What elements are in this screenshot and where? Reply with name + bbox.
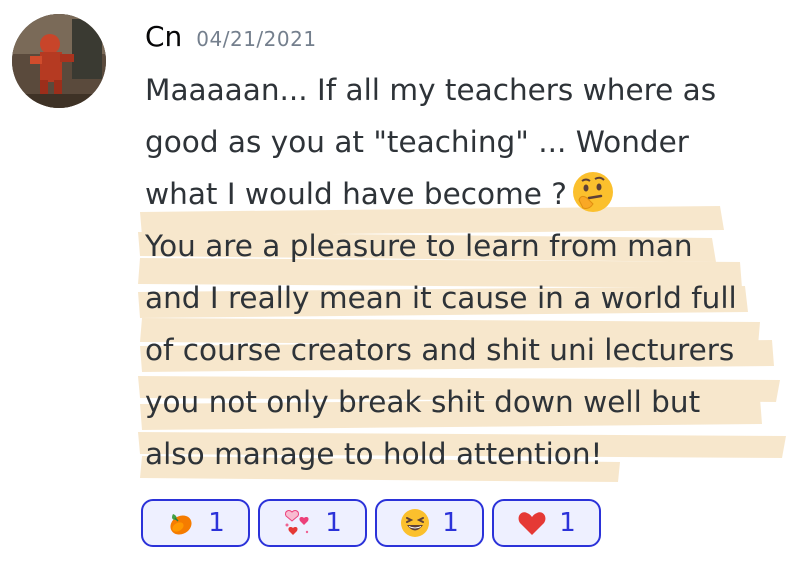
laughing-face-icon xyxy=(400,508,430,538)
avatar[interactable] xyxy=(12,14,106,108)
message-line: you not only break shit down well but xyxy=(145,385,701,419)
reaction-count: 1 xyxy=(559,508,576,538)
timestamp: 04/21/2021 xyxy=(196,27,317,51)
reaction-count: 1 xyxy=(325,508,342,538)
red-heart-icon xyxy=(517,508,547,538)
message-line: and I really mean it cause in a world fu… xyxy=(145,281,737,315)
message-header: Cn 04/21/2021 xyxy=(145,20,317,53)
reaction-count: 1 xyxy=(208,508,225,538)
reaction-hearts[interactable]: 1 xyxy=(258,499,367,547)
message-line: of course creators and shit uni lecturer… xyxy=(145,333,735,367)
reaction-mango[interactable]: 1 xyxy=(141,499,250,547)
message-line: also manage to hold attention! xyxy=(145,437,603,471)
message-line-text: what I would have become ? xyxy=(145,177,567,211)
reaction-count: 1 xyxy=(442,508,459,538)
message-line: Maaaaan... If all my teachers where as xyxy=(145,73,717,107)
reactions-bar: 1 1 1 1 xyxy=(141,499,601,547)
message-content: Maaaaan... If all my teachers where as g… xyxy=(145,64,785,480)
message-line: good as you at "teaching" ... Wonder xyxy=(145,125,689,159)
message-line: what I would have become ? xyxy=(145,168,785,220)
reaction-heart[interactable]: 1 xyxy=(492,499,601,547)
hearts-icon xyxy=(283,508,313,538)
username[interactable]: Cn xyxy=(145,20,182,53)
reaction-laughing[interactable]: 1 xyxy=(375,499,484,547)
message-line: You are a pleasure to learn from man xyxy=(145,229,693,263)
avatar-image xyxy=(12,14,106,108)
mango-icon xyxy=(166,508,196,538)
